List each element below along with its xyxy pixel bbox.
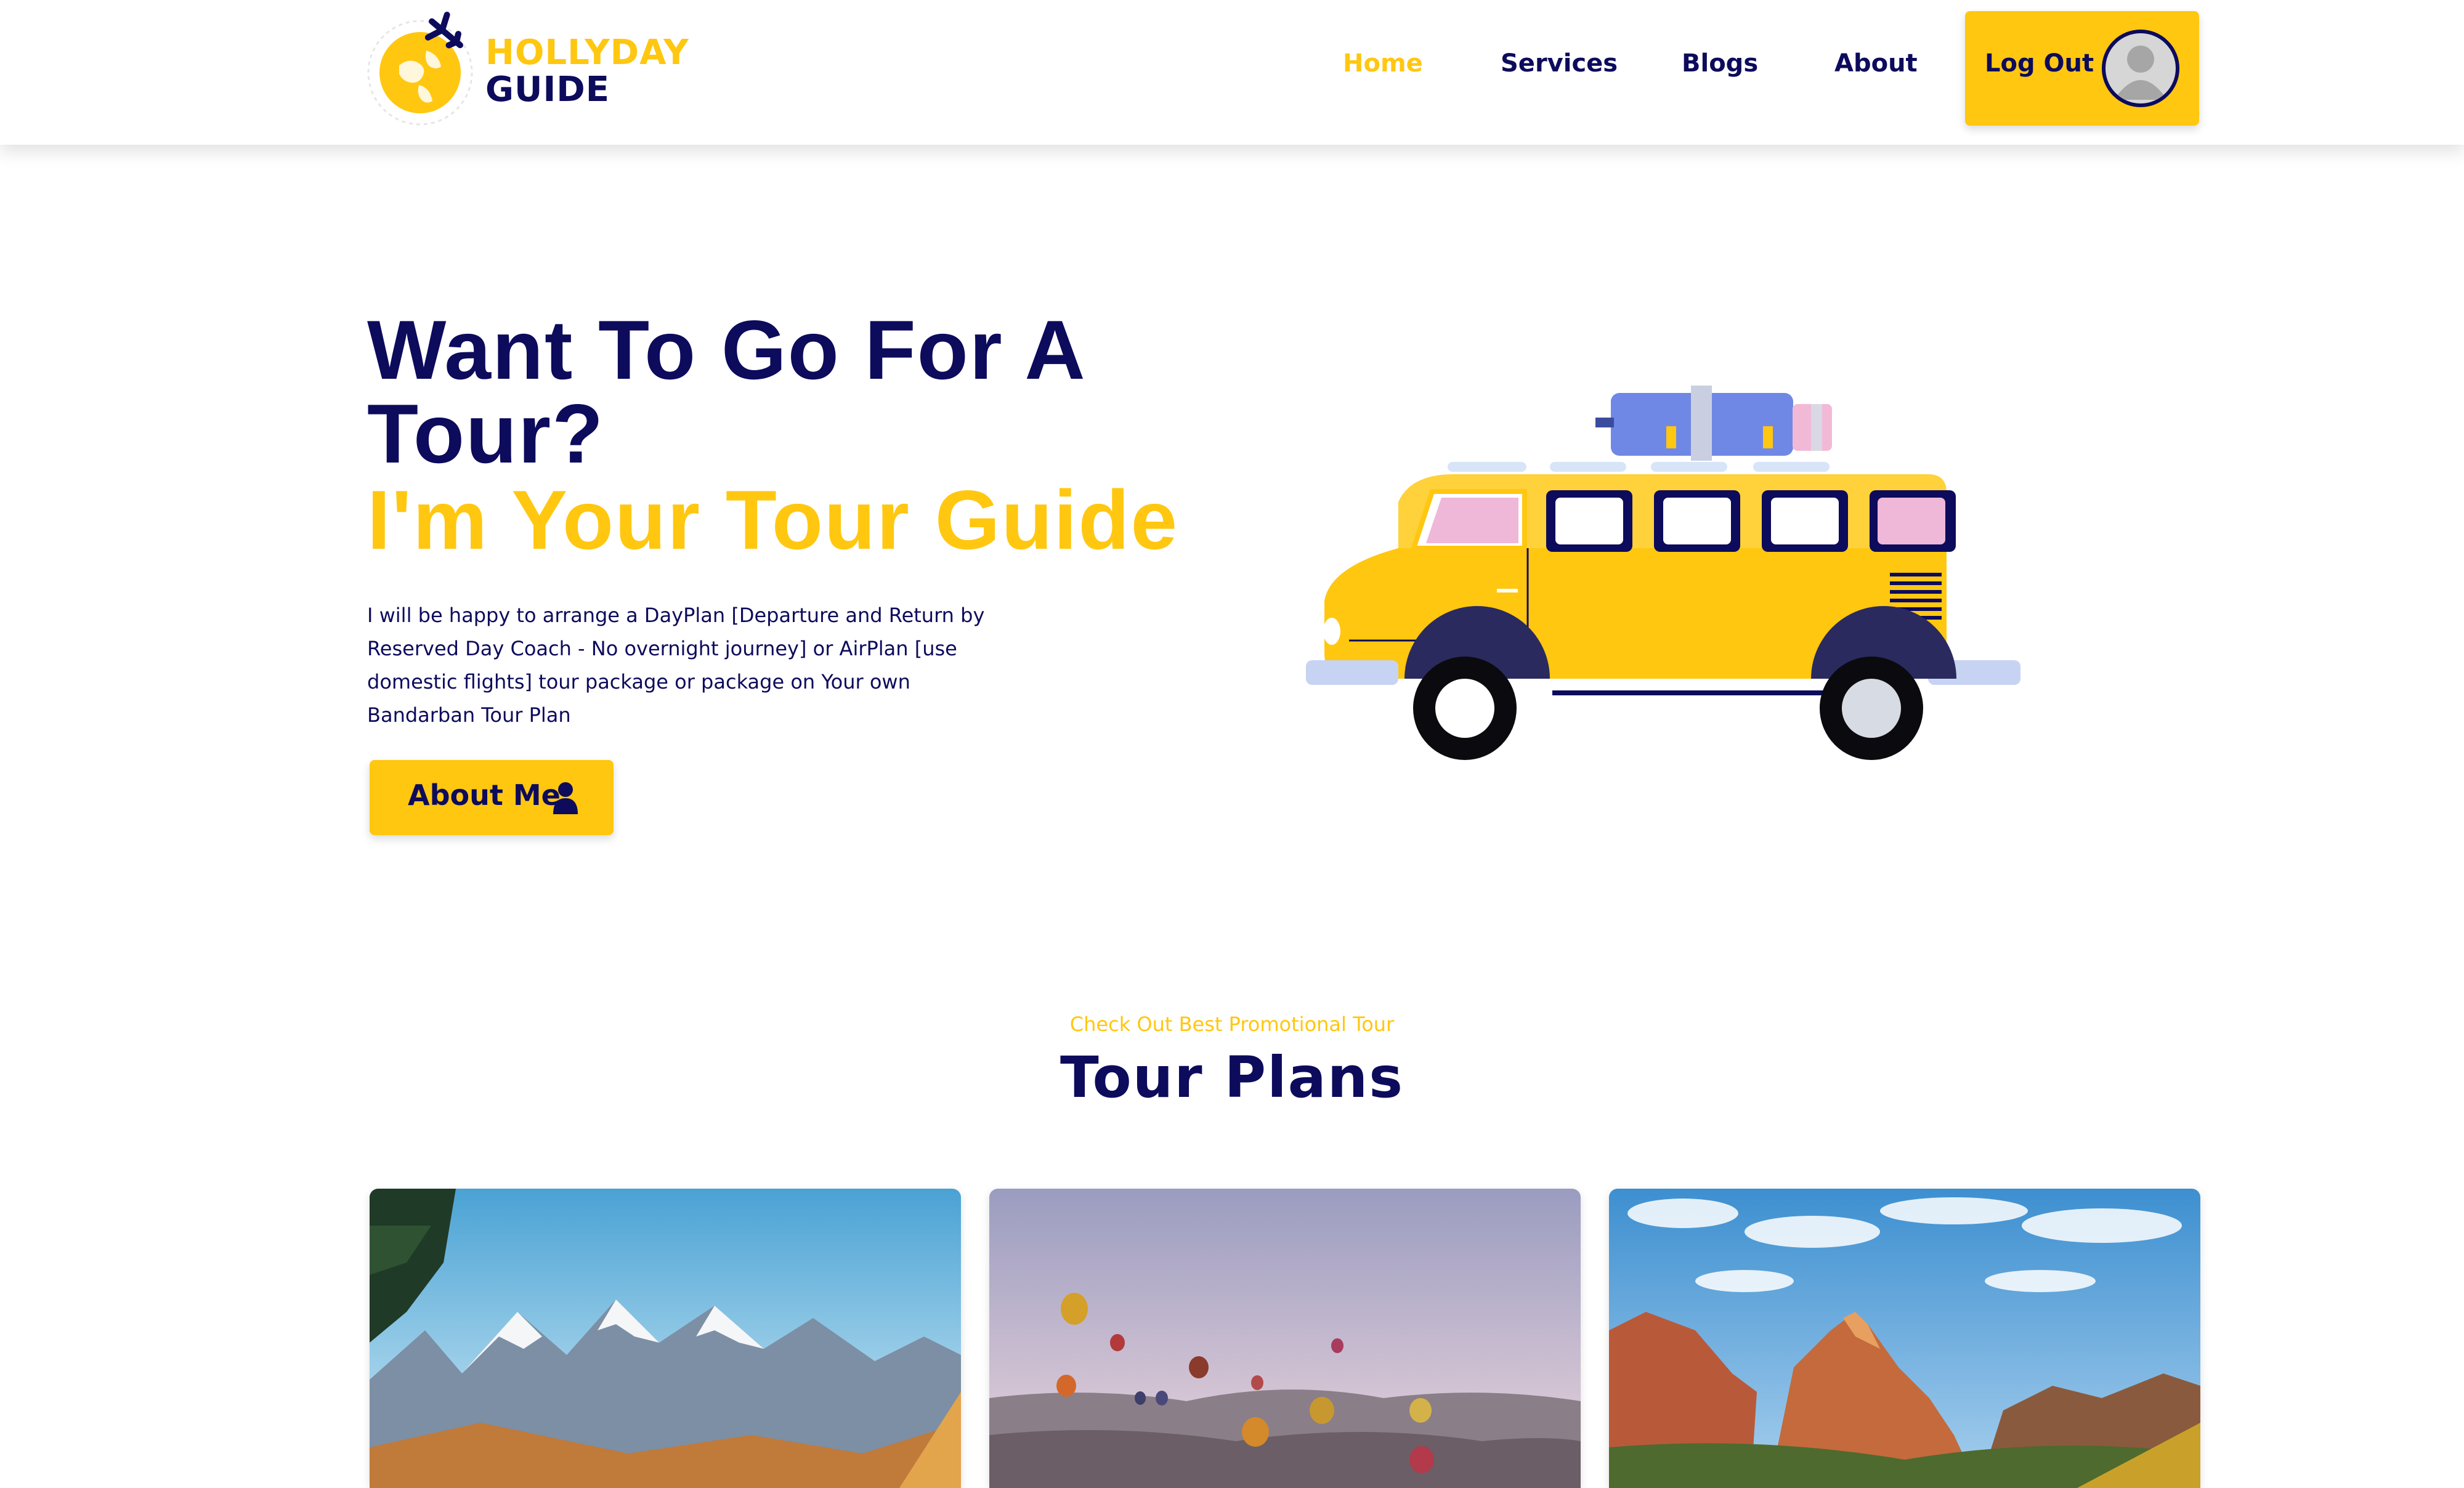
tour-card-1[interactable]: [370, 1189, 961, 1488]
user-avatar-icon[interactable]: [2102, 30, 2179, 107]
nav-about[interactable]: About: [1834, 49, 1918, 78]
nav-blogs[interactable]: Blogs: [1682, 49, 1758, 78]
top-navbar: HOLLYDAY GUIDE Home Services Blogs About…: [0, 0, 2464, 145]
canyon-valley-image: [1609, 1189, 2200, 1488]
brand-line1: HOLLYDAY: [485, 33, 689, 73]
about-me-label: About Me: [408, 778, 561, 812]
hero-description: I will be happy to arrange a DayPlan [De…: [367, 604, 985, 727]
nav-home[interactable]: Home: [1343, 49, 1423, 78]
brand-logo[interactable]: HOLLYDAY GUIDE: [367, 9, 700, 126]
user-icon: [553, 782, 578, 814]
hero-title-line2: Tour?: [367, 387, 605, 480]
tour-card-3[interactable]: [1609, 1189, 2200, 1488]
hero-subtitle: I'm Your Tour Guide: [367, 473, 1179, 567]
section-title: Tour Plans: [1060, 1045, 1404, 1110]
logout-label: Log Out: [1985, 49, 2094, 78]
snowy-mountains-image: [370, 1189, 961, 1488]
tour-card-2[interactable]: [989, 1189, 1581, 1488]
hero-title: Want To Go For A Tour? I'm Your Tour Gui…: [367, 308, 1291, 562]
about-me-button[interactable]: About Me: [370, 760, 614, 835]
logout-button[interactable]: Log Out: [1965, 11, 2199, 126]
section-kicker: Check Out Best Promotional Tour: [1069, 1013, 1395, 1036]
hot-air-balloons-image: [989, 1189, 1581, 1488]
globe-plane-icon: [367, 12, 473, 126]
hero-title-line1: Want To Go For A: [367, 303, 1087, 397]
nav-services[interactable]: Services: [1501, 49, 1618, 78]
van-icon: [1306, 386, 2020, 760]
brand-line2: GUIDE: [485, 70, 610, 110]
